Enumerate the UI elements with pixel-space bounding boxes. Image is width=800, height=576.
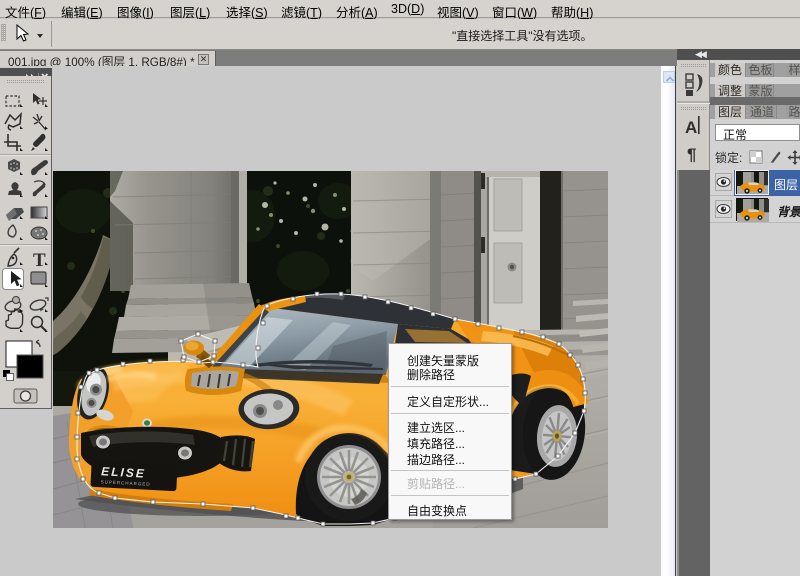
svg-text:¶: ¶ — [687, 145, 696, 164]
svg-text:ELISE: ELISE — [101, 464, 146, 480]
svg-text:T: T — [33, 250, 46, 271]
svg-text:A: A — [685, 118, 697, 137]
